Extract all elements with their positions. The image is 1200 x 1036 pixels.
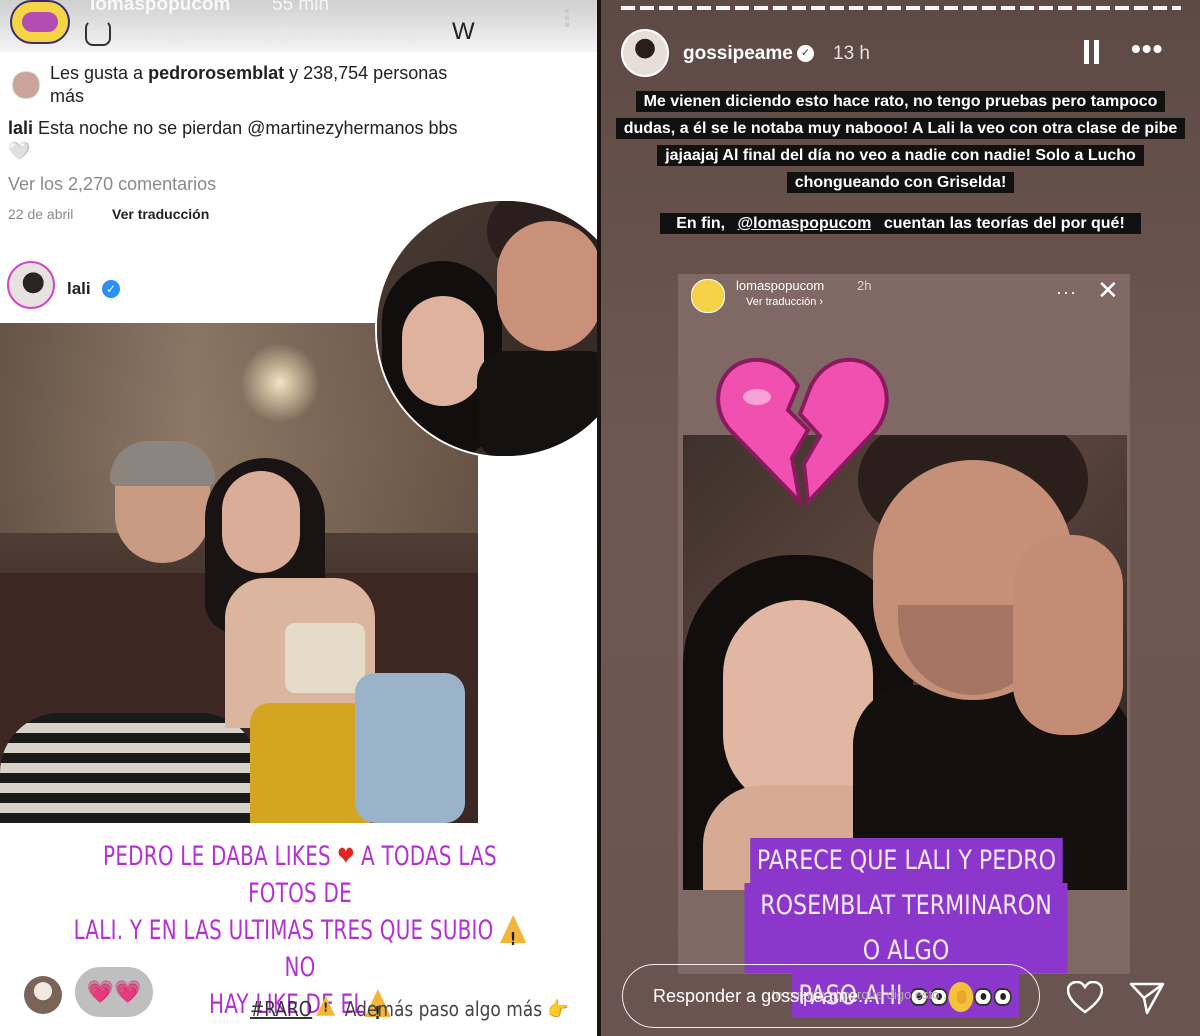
pause-icon[interactable]	[1084, 40, 1100, 64]
close-icon: ✕	[1097, 275, 1119, 305]
translate-link[interactable]: Ver traducción	[112, 206, 209, 222]
reply-avatar	[24, 976, 62, 1014]
music-track[interactable]: TeenAngels · Me Voy (feat. Mariana Esp..…	[112, 25, 430, 45]
story-account-avatar[interactable]	[10, 0, 70, 44]
reaction-bubble[interactable]: 💗💗	[75, 967, 153, 1017]
caption-username[interactable]: lali	[8, 118, 33, 138]
pointing-hand-icon: 👉	[547, 997, 569, 1021]
view-comments-link[interactable]: Ver los 2,270 comentarios	[8, 174, 216, 195]
reply-placeholder: Responder a gossipeame...	[653, 986, 874, 1006]
couple-circle-photo	[375, 199, 597, 458]
verified-icon: ✓	[797, 45, 814, 62]
w-icon: W	[452, 18, 475, 45]
right-story-panel: gossipeame ✓ 13 h ••• Me vienen diciendo…	[601, 0, 1200, 1036]
post-author-avatar[interactable]	[7, 261, 55, 309]
shared-story-time: 2h	[857, 278, 872, 293]
raro-text: #RARO Además paso algo más 👉	[250, 992, 569, 1021]
verified-icon: ✓	[102, 280, 120, 298]
shared-translate-link: Ver traducción ›	[746, 296, 824, 308]
heart-icon[interactable]	[1067, 981, 1103, 1015]
likes-text: Les gusta a pedrorosemblat y 238,754 per…	[50, 63, 448, 106]
story-progress-bar	[621, 6, 1181, 10]
post-caption: lali Esta noche no se pierdan @martinezy…	[8, 118, 458, 161]
story-caption-2: En fin, @lomaspopucom cuentan las teoría…	[613, 210, 1188, 237]
red-heart-icon: ❤	[337, 841, 355, 872]
more-icon[interactable]: •••	[1131, 33, 1163, 65]
broken-heart-icon	[716, 357, 889, 509]
story-time: 13 h	[833, 43, 870, 64]
mention-link[interactable]: @lomaspopucom	[738, 215, 872, 232]
shared-account-name: lomaspopucom	[736, 278, 825, 293]
story-account-avatar[interactable]	[621, 29, 669, 77]
music-icon	[85, 20, 111, 46]
shared-account-avatar	[691, 279, 725, 313]
shared-more-icon: ···	[1056, 282, 1077, 302]
left-story-panel: lomaspopucom 55 min TeenAngels · Me Voy …	[0, 0, 597, 1036]
story-account-name[interactable]: gossipeame	[683, 43, 793, 65]
story-caption-1: Me vienen diciendo esto hace rato, no te…	[613, 88, 1188, 196]
warning-icon	[500, 915, 527, 958]
more-icon[interactable]: ⋮	[555, 4, 579, 33]
post-date: 22 de abril	[8, 206, 74, 222]
post-author-name[interactable]: lali	[67, 279, 91, 299]
story-time: 55 min	[272, 0, 330, 15]
liker-username[interactable]: pedrorosemblat	[148, 63, 284, 83]
send-icon[interactable]	[1129, 981, 1165, 1015]
warning-icon	[316, 996, 336, 1016]
story-account-name[interactable]: lomaspopucom	[90, 0, 230, 16]
liker-avatar	[12, 71, 40, 99]
